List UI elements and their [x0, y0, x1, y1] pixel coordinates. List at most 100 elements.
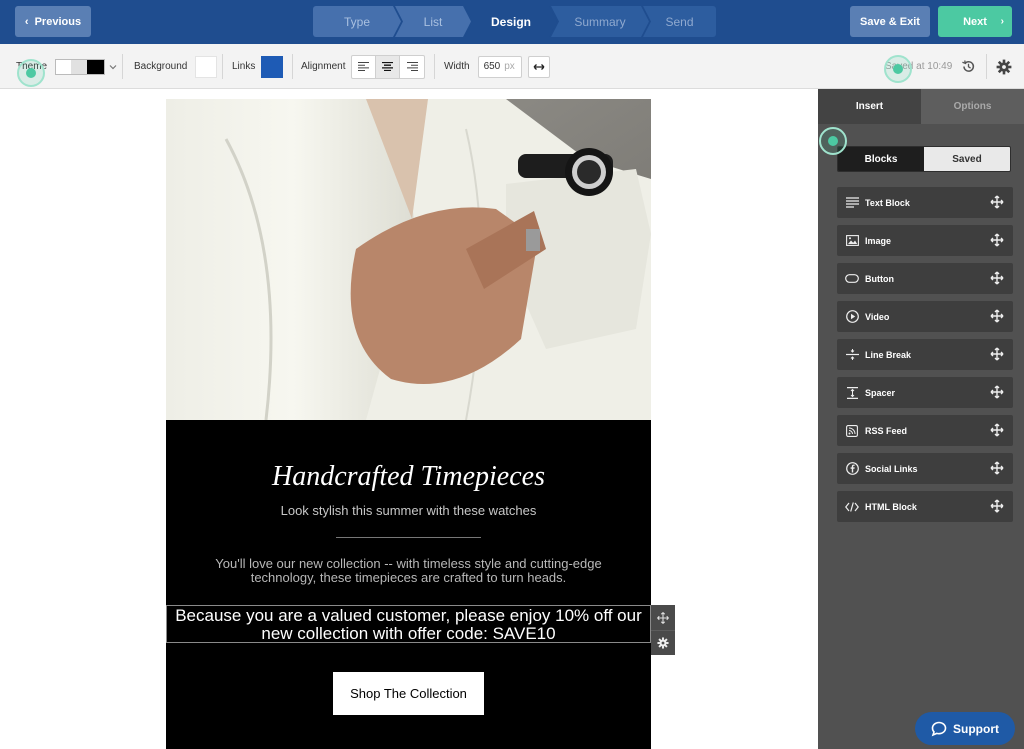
next-button[interactable]: Next ›: [938, 6, 1012, 37]
background-color-swatch[interactable]: [195, 55, 218, 78]
links-control[interactable]: Links: [232, 44, 284, 89]
drag-move-icon[interactable]: [990, 385, 1004, 399]
drag-move-icon[interactable]: [990, 233, 1004, 247]
links-label: Links: [232, 61, 256, 72]
drag-move-icon[interactable]: [990, 271, 1004, 285]
email-body-text[interactable]: You'll love our new collection -- with t…: [196, 557, 621, 585]
block-item-label: Spacer: [865, 387, 896, 398]
alignment-label: Alignment: [301, 61, 346, 72]
links-color-swatch[interactable]: [261, 55, 284, 78]
drag-move-icon[interactable]: [990, 499, 1004, 513]
block-item-label: Line Break: [865, 349, 912, 360]
sidebar-tabs: Insert Options: [818, 89, 1024, 124]
tab-options[interactable]: Options: [921, 89, 1024, 124]
block-item-social-links[interactable]: Social Links: [837, 453, 1013, 484]
tour-hotspot-saved[interactable]: [884, 55, 912, 83]
next-button-label: Next: [963, 15, 987, 28]
step-send[interactable]: Send: [643, 6, 716, 37]
hero-photo-shirt-watch: [166, 99, 651, 420]
tour-hotspot-sidebar[interactable]: [819, 127, 847, 155]
hotspot-dot: [828, 136, 838, 146]
drag-move-icon[interactable]: [990, 309, 1004, 323]
hero-image[interactable]: [166, 99, 651, 420]
facebook-icon: [845, 462, 859, 476]
hotspot-dot: [26, 68, 36, 78]
email-divider: [336, 537, 481, 538]
theme-swatch-white: [55, 58, 72, 75]
alignment-control: Alignment: [301, 44, 426, 89]
block-item-html-block[interactable]: HTML Block: [837, 491, 1013, 522]
theme-swatch-black: [87, 58, 106, 75]
toolbar-divider: [222, 54, 223, 79]
align-right-icon: [406, 62, 418, 71]
segment-saved[interactable]: Saved: [924, 147, 1010, 171]
move-arrows-icon: [657, 611, 669, 624]
email-subtitle[interactable]: Look stylish this summer with these watc…: [166, 503, 651, 518]
line-break-icon: [845, 348, 859, 362]
email-offer-text[interactable]: Because you are a valued customer, pleas…: [166, 605, 651, 643]
width-input[interactable]: 650 px: [477, 55, 522, 78]
step-list[interactable]: List: [395, 6, 471, 37]
align-center-icon: [382, 62, 394, 71]
code-icon: [845, 500, 859, 514]
alignment-buttons: [351, 54, 426, 79]
move-block-button[interactable]: [651, 605, 675, 630]
history-button[interactable]: [961, 44, 976, 89]
toolbar-divider: [986, 54, 987, 79]
toolbar-divider: [434, 54, 435, 79]
tab-insert[interactable]: Insert: [818, 89, 921, 124]
block-list: Text Block Image Button Video Line Break…: [837, 187, 1013, 529]
chevron-down-icon: [109, 64, 117, 69]
block-settings-button[interactable]: [651, 630, 675, 655]
step-summary[interactable]: Summary: [551, 6, 649, 37]
drag-move-icon[interactable]: [990, 195, 1004, 209]
step-design[interactable]: Design: [465, 6, 557, 37]
email-title[interactable]: Handcrafted Timepieces: [166, 461, 651, 493]
background-control[interactable]: Background: [134, 44, 218, 89]
block-item-label: Text Block: [865, 197, 910, 208]
block-item-label: RSS Feed: [865, 425, 908, 436]
support-button[interactable]: Support: [915, 712, 1015, 745]
block-item-line-break[interactable]: Line Break: [837, 339, 1013, 370]
block-item-image[interactable]: Image: [837, 225, 1013, 256]
block-tools: [651, 605, 675, 655]
shop-collection-button[interactable]: Shop The Collection: [333, 672, 484, 715]
theme-swatch-gray: [71, 58, 88, 75]
top-navigation-bar: ‹ Previous Type List Design Summary Send…: [0, 0, 1024, 44]
chevron-right-icon: ›: [1000, 16, 1004, 27]
tour-hotspot-theme[interactable]: [17, 59, 45, 87]
email-preview: Handcrafted Timepieces Look stylish this…: [166, 99, 651, 749]
drag-move-icon[interactable]: [990, 461, 1004, 475]
background-label: Background: [134, 61, 188, 72]
block-item-text-block[interactable]: Text Block: [837, 187, 1013, 218]
align-left-button[interactable]: [352, 55, 377, 78]
align-right-button[interactable]: [400, 56, 424, 78]
align-center-button[interactable]: [376, 55, 401, 78]
drag-move-icon[interactable]: [990, 423, 1004, 437]
rss-icon: [845, 424, 859, 438]
block-item-rss-feed[interactable]: RSS Feed: [837, 415, 1013, 446]
drag-move-icon[interactable]: [990, 347, 1004, 361]
full-width-button[interactable]: [527, 55, 550, 78]
step-type[interactable]: Type: [313, 6, 401, 37]
block-item-spacer[interactable]: Spacer: [837, 377, 1013, 408]
support-label: Support: [953, 721, 999, 736]
width-value: 650: [483, 61, 501, 72]
gear-icon: [657, 637, 669, 649]
chat-bubble-icon: [931, 721, 947, 736]
width-control: Width 650 px: [444, 44, 550, 89]
segment-blocks[interactable]: Blocks: [838, 147, 924, 171]
previous-button-label: Previous: [34, 15, 82, 28]
settings-button[interactable]: [996, 44, 1012, 89]
history-icon: [962, 60, 975, 72]
hotspot-dot: [893, 64, 903, 74]
width-label: Width: [444, 61, 470, 72]
block-item-button[interactable]: Button: [837, 263, 1013, 294]
save-exit-button[interactable]: Save & Exit: [850, 6, 930, 37]
play-icon: [845, 310, 859, 324]
text-lines-icon: [845, 196, 859, 210]
previous-button[interactable]: ‹ Previous: [15, 6, 91, 37]
block-item-video[interactable]: Video: [837, 301, 1013, 332]
block-item-label: Image: [865, 235, 892, 246]
chevron-left-icon: ‹: [24, 15, 29, 28]
